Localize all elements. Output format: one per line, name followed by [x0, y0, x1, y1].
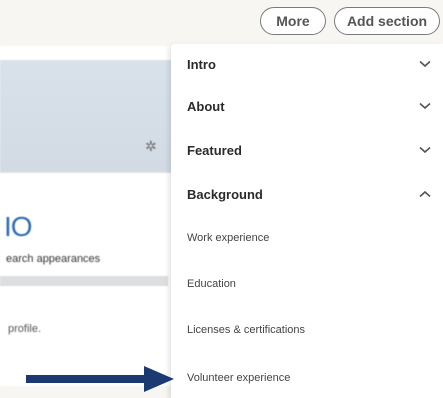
- menu-item-label: Licenses & certifications: [187, 324, 305, 336]
- menu-item-label: About: [187, 98, 225, 114]
- menu-item-work-experience[interactable]: Work experience: [171, 218, 443, 258]
- menu-item-label: Education: [187, 278, 236, 290]
- chevron-down-icon: [419, 144, 431, 156]
- profile-text: profile.: [8, 323, 42, 335]
- menu-item-background[interactable]: Background: [171, 174, 443, 214]
- profile-page: ✲ IO earch appearances profile. More Add…: [0, 0, 443, 398]
- search-appearances-count[interactable]: IO: [4, 211, 33, 243]
- menu-item-label: Background: [187, 186, 263, 202]
- menu-item-label: Volunteer experience: [187, 372, 291, 384]
- profile-card: ✲ IO earch appearances profile.: [0, 46, 190, 386]
- add-section-button[interactable]: Add section: [334, 7, 440, 35]
- menu-item-intro[interactable]: Intro: [171, 44, 443, 84]
- search-appearances-label: earch appearances: [6, 253, 101, 265]
- menu-item-label: Work experience: [187, 232, 270, 244]
- add-section-menu: Intro About Featured Background Work exp…: [171, 44, 443, 398]
- chevron-down-icon: [419, 58, 431, 70]
- menu-item-licenses-certifications[interactable]: Licenses & certifications: [171, 310, 443, 350]
- menu-item-volunteer-experience[interactable]: Volunteer experience: [171, 358, 443, 398]
- pointer-arrow-icon: [26, 366, 174, 392]
- chevron-up-icon: [419, 188, 431, 200]
- menu-item-label: Intro: [187, 56, 216, 72]
- menu-item-about[interactable]: About: [171, 86, 443, 126]
- star-icon: ✲: [145, 138, 157, 154]
- menu-item-label: Featured: [187, 142, 242, 158]
- profile-banner: [0, 60, 190, 172]
- more-button[interactable]: More: [260, 7, 326, 35]
- menu-item-featured[interactable]: Featured: [171, 130, 443, 170]
- chevron-down-icon: [419, 100, 431, 112]
- profile-strength-bar: [0, 276, 168, 286]
- menu-item-education[interactable]: Education: [171, 264, 443, 304]
- profile-divider: [0, 172, 190, 173]
- profile-actions: More Add section: [260, 7, 440, 35]
